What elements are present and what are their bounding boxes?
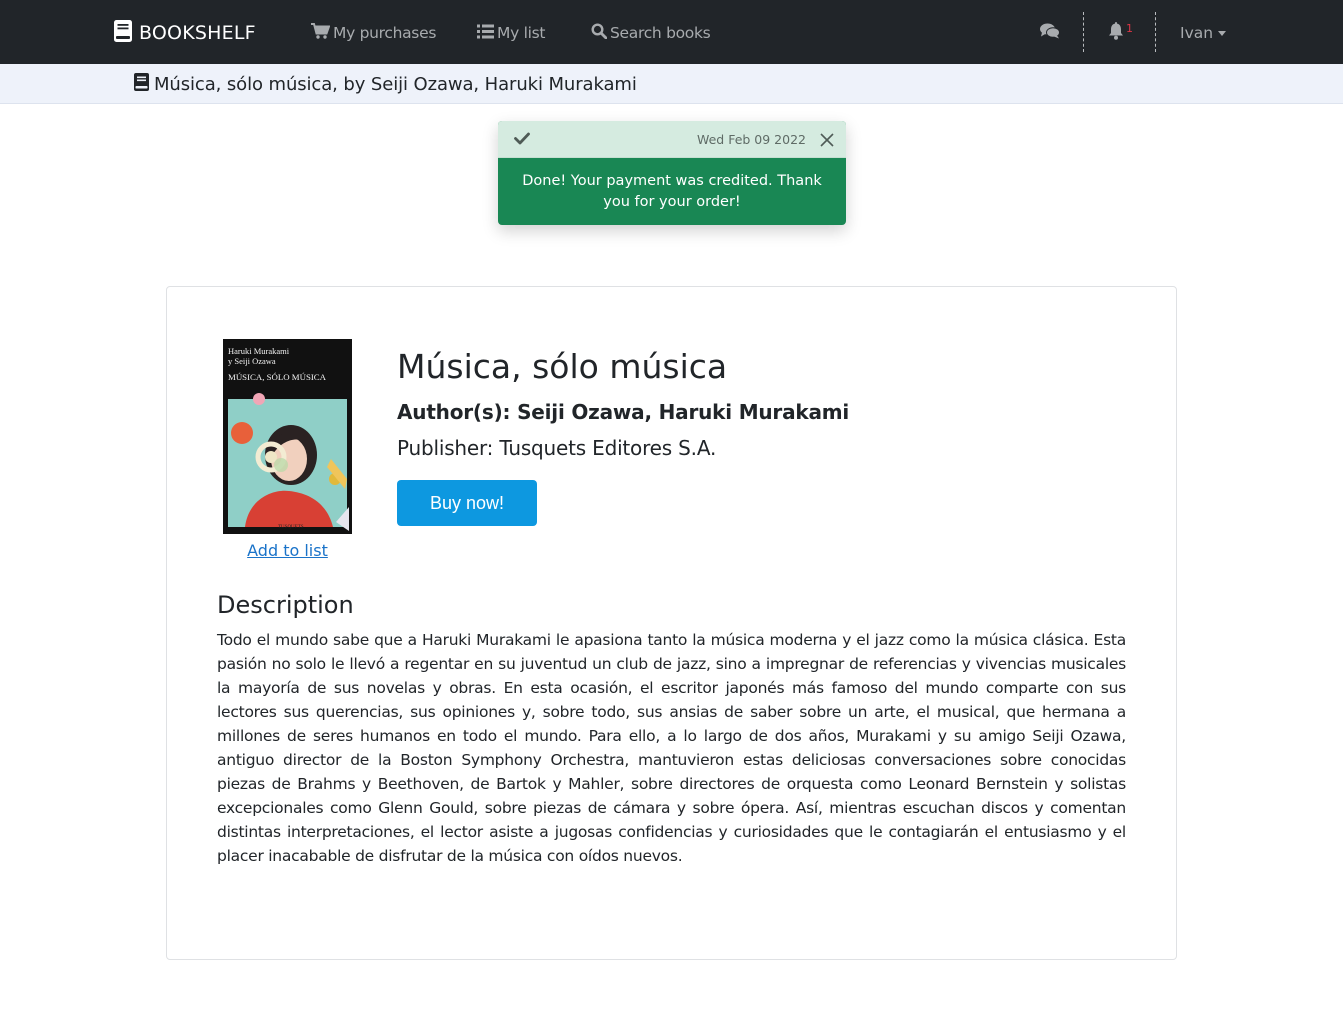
nav-divider bbox=[1155, 12, 1156, 52]
nav-search-books-label: Search books bbox=[610, 24, 711, 42]
breadcrumb-bar: Música, sólo música, by Seiji Ozawa, Har… bbox=[0, 64, 1343, 104]
cover-title: MÚSICA, SÓLO MÚSICA bbox=[228, 372, 327, 382]
toast-header: Wed Feb 09 2022 bbox=[498, 121, 846, 158]
user-name: Ivan bbox=[1180, 24, 1214, 42]
cover-publisher-mark: TUSQUETS bbox=[278, 525, 304, 530]
toast-message: Done! Your payment was credited. Thank y… bbox=[522, 173, 822, 210]
nav-divider bbox=[1083, 12, 1084, 52]
nav-my-list-label: My list bbox=[497, 24, 546, 42]
chevron-down-icon bbox=[1218, 30, 1227, 36]
book-icon bbox=[114, 19, 132, 47]
description-heading: Description bbox=[217, 591, 354, 619]
top-navbar: BOOKSHELF My purchases My list Search bo… bbox=[0, 0, 1343, 64]
list-icon bbox=[477, 24, 497, 43]
breadcrumb-text: Música, sólo música, by Seiji Ozawa, Har… bbox=[154, 73, 637, 95]
book-publisher: Publisher: Tusquets Editores S.A. bbox=[397, 436, 717, 460]
nav-my-purchases-label: My purchases bbox=[333, 24, 437, 42]
close-icon[interactable] bbox=[818, 131, 836, 149]
check-icon bbox=[514, 132, 530, 150]
brand-link[interactable]: BOOKSHELF bbox=[114, 19, 256, 47]
payment-success-toast: Wed Feb 09 2022 Done! Your payment was c… bbox=[498, 121, 846, 225]
messages-button[interactable] bbox=[1038, 18, 1062, 48]
chat-icon bbox=[1040, 23, 1060, 44]
nav-search-books[interactable]: Search books bbox=[591, 20, 711, 46]
cover-authors-line2: y Seiji Ozawa bbox=[228, 356, 276, 366]
book-description: Todo el mundo sabe que a Haruki Murakami… bbox=[217, 631, 1126, 865]
cover-authors-line1: Haruki Murakami bbox=[228, 346, 290, 356]
toast-timestamp: Wed Feb 09 2022 bbox=[696, 132, 806, 147]
user-menu-dropdown[interactable]: Ivan bbox=[1180, 20, 1227, 46]
book-detail-card: Haruki Murakami y Seiji Ozawa MÚSICA, SÓ… bbox=[166, 286, 1177, 960]
buy-now-button[interactable]: Buy now! bbox=[397, 480, 537, 526]
breadcrumb: Música, sólo música, by Seiji Ozawa, Har… bbox=[134, 72, 637, 96]
bell-icon bbox=[1108, 21, 1124, 45]
book-cover-image: Haruki Murakami y Seiji Ozawa MÚSICA, SÓ… bbox=[223, 339, 352, 534]
brand-name: BOOKSHELF bbox=[139, 22, 256, 44]
book-title: Música, sólo música bbox=[397, 347, 728, 386]
cart-icon bbox=[311, 23, 333, 43]
nav-my-list[interactable]: My list bbox=[477, 20, 545, 46]
add-to-list-link[interactable]: Add to list bbox=[223, 541, 352, 560]
book-authors: Author(s): Seiji Ozawa, Haruki Murakami bbox=[397, 400, 850, 424]
nav-my-purchases[interactable]: My purchases bbox=[311, 20, 436, 46]
notifications-button[interactable] bbox=[1104, 18, 1128, 48]
search-icon bbox=[591, 23, 610, 43]
book-icon bbox=[134, 72, 154, 96]
notification-count-badge: 1 bbox=[1126, 22, 1133, 35]
